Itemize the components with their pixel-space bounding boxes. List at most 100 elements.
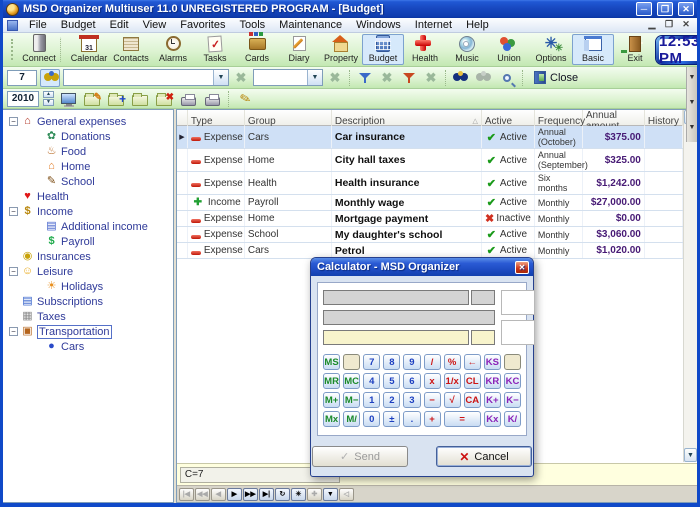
- tree-item[interactable]: − Home: [3, 159, 173, 174]
- menu-item[interactable]: Edit: [103, 18, 136, 32]
- calculator-key[interactable]: 1: [363, 392, 380, 408]
- tree-item[interactable]: − School: [3, 174, 173, 189]
- tree-expander-icon[interactable]: −: [9, 207, 18, 216]
- calc-input-field[interactable]: [323, 330, 469, 345]
- toolbar-overflow-button[interactable]: ▼: [687, 67, 697, 92]
- calculator-key[interactable]: −: [424, 392, 441, 408]
- navigator-button[interactable]: ✳: [291, 488, 306, 501]
- calculator-key[interactable]: .: [403, 411, 420, 427]
- calculator-key[interactable]: CA: [464, 392, 481, 408]
- calculator-key[interactable]: ←: [464, 354, 481, 370]
- calculator-key[interactable]: 9: [403, 354, 420, 370]
- toolbar-button[interactable]: Music: [446, 34, 488, 65]
- toolbar-button[interactable]: Tasks: [194, 34, 236, 65]
- navigator-button[interactable]: ▶: [227, 488, 242, 501]
- tree-item[interactable]: − Income: [3, 204, 173, 219]
- search-button[interactable]: [451, 69, 471, 87]
- navigator-button[interactable]: ▶|: [259, 488, 274, 501]
- calculator-key[interactable]: K−: [504, 392, 521, 408]
- mdi-document-icon[interactable]: [7, 20, 18, 31]
- tree-item[interactable]: − Food: [3, 144, 173, 159]
- calculator-key[interactable]: M+: [323, 392, 340, 408]
- table-row[interactable]: Expense School My daughter's school Acti…: [177, 227, 683, 243]
- table-scrollbar[interactable]: ▲ ▼: [683, 110, 697, 462]
- toolbar-button[interactable]: Health: [404, 34, 446, 65]
- filter-button[interactable]: [355, 69, 375, 87]
- calculator-key[interactable]: 3: [403, 392, 420, 408]
- print-preview-button[interactable]: [178, 90, 198, 108]
- maximize-button[interactable]: ❐: [657, 2, 673, 16]
- chevron-down-icon[interactable]: ▼: [307, 70, 322, 85]
- calculator-key[interactable]: KS: [484, 354, 501, 370]
- navigator-button[interactable]: ◀◀: [195, 488, 210, 501]
- toolbar-button[interactable]: Budget: [362, 34, 404, 65]
- menu-item[interactable]: Windows: [349, 18, 408, 32]
- menu-item[interactable]: Maintenance: [272, 18, 349, 32]
- close-view-button[interactable]: Close: [528, 70, 584, 85]
- menu-item[interactable]: Tools: [232, 18, 272, 32]
- calculator-key[interactable]: +: [424, 411, 441, 427]
- minimize-button[interactable]: ─: [636, 2, 652, 16]
- view-record-button[interactable]: [58, 90, 78, 108]
- clear-color-filter-button[interactable]: ✖: [422, 70, 440, 86]
- add-record-button[interactable]: [106, 90, 126, 108]
- menu-item[interactable]: File: [22, 18, 54, 32]
- chevron-down-icon[interactable]: ▼: [213, 70, 228, 85]
- tree-item[interactable]: − Leisure: [3, 264, 173, 279]
- toolbar-grip[interactable]: [11, 39, 13, 61]
- type-filter-combo[interactable]: ▼: [253, 69, 323, 86]
- tree-item[interactable]: − Cars: [3, 339, 173, 354]
- mdi-restore-button[interactable]: ❐: [662, 19, 676, 31]
- calculator-key[interactable]: Mx: [323, 411, 340, 427]
- calculator-key[interactable]: %: [444, 354, 461, 370]
- navigator-button[interactable]: |◀: [179, 488, 194, 501]
- send-button[interactable]: ✓ Send: [312, 446, 408, 467]
- spin-up-icon[interactable]: ▲: [43, 91, 54, 98]
- calculator-key[interactable]: 1/x: [444, 373, 461, 389]
- print-button[interactable]: [202, 90, 222, 108]
- calculator-key[interactable]: 2: [383, 392, 400, 408]
- table-row[interactable]: Expense Home City hall taxes Active Annu…: [177, 149, 683, 172]
- clear-type-filter-button[interactable]: ✖: [326, 70, 344, 86]
- table-row[interactable]: Expense Health Health insurance Active S…: [177, 172, 683, 195]
- navigator-button[interactable]: ↻: [275, 488, 290, 501]
- navigator-button[interactable]: ◁: [339, 488, 354, 501]
- toolbar-button[interactable]: Contacts: [110, 34, 152, 65]
- edit-record-button[interactable]: [82, 90, 102, 108]
- tree-view-toggle-button[interactable]: [40, 69, 60, 87]
- zoom-view-button[interactable]: [497, 69, 517, 87]
- tree-item[interactable]: − Transportation: [3, 324, 173, 339]
- calculator-key[interactable]: MR: [323, 373, 340, 389]
- calculator-close-button[interactable]: ✕: [515, 261, 529, 274]
- toolbar-overflow-button[interactable]: ▼: [687, 117, 697, 142]
- calculator-key[interactable]: 8: [383, 354, 400, 370]
- toolbar-button[interactable]: Basic: [572, 34, 614, 65]
- menu-item[interactable]: Budget: [54, 18, 103, 32]
- search-again-button[interactable]: [474, 69, 494, 87]
- record-count-field[interactable]: 7: [7, 70, 37, 86]
- year-field[interactable]: 2010: [7, 91, 39, 107]
- calculator-key[interactable]: 4: [363, 373, 380, 389]
- table-row[interactable]: Expense Home Mortgage payment Inactive M…: [177, 211, 683, 227]
- cancel-button[interactable]: ✕ Cancel: [436, 446, 532, 467]
- mdi-minimize-button[interactable]: ▁: [645, 19, 659, 31]
- notes-button[interactable]: ✎: [235, 90, 255, 108]
- tree-item[interactable]: − Insurances: [3, 249, 173, 264]
- menu-item[interactable]: Internet: [408, 18, 459, 32]
- toolbar-button[interactable]: Union: [488, 34, 530, 65]
- toolbar-button[interactable]: Calendar: [68, 34, 110, 65]
- delete-record-button[interactable]: [154, 90, 174, 108]
- mdi-close-button[interactable]: ✕: [679, 19, 693, 31]
- scroll-down-icon[interactable]: ▼: [684, 448, 697, 462]
- toolbar-button[interactable]: [60, 37, 68, 63]
- navigator-button[interactable]: ✚: [307, 488, 322, 501]
- tree-item[interactable]: − Additional income: [3, 219, 173, 234]
- calculator-key[interactable]: Kx: [484, 411, 501, 427]
- toolbar-button[interactable]: Property: [320, 34, 362, 65]
- calculator-key[interactable]: KR: [484, 373, 501, 389]
- calculator-key[interactable]: KC: [504, 373, 521, 389]
- menu-item[interactable]: Favorites: [173, 18, 232, 32]
- table-row[interactable]: Income Payroll Monthly wage Active Month…: [177, 195, 683, 211]
- tree-expander-icon[interactable]: −: [9, 327, 18, 336]
- tree-item[interactable]: − Donations: [3, 129, 173, 144]
